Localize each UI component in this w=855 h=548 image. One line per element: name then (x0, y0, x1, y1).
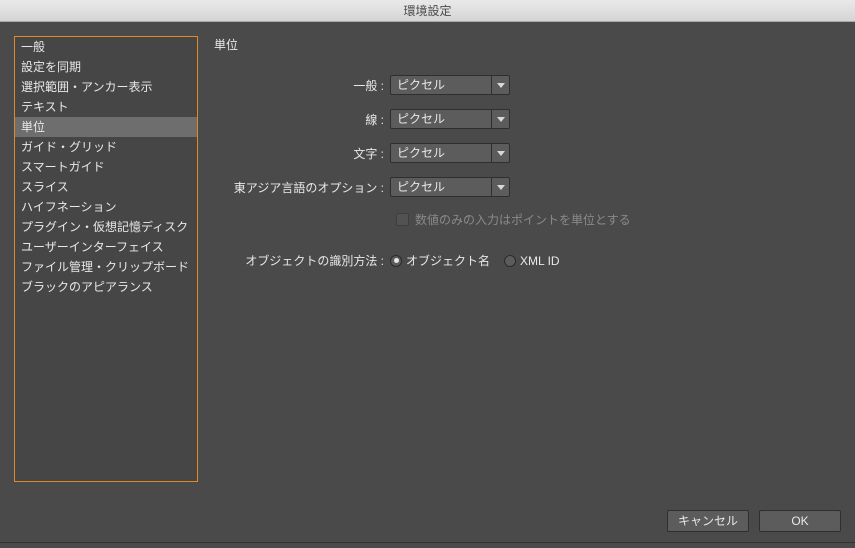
label-stroke-units: 線 : (214, 111, 390, 128)
radio-icon (390, 255, 402, 267)
chevron-down-icon (491, 178, 509, 196)
select-value: ピクセル (391, 144, 491, 162)
window-title: 環境設定 (403, 4, 451, 18)
select-type-units[interactable]: ピクセル (390, 143, 510, 163)
preferences-sidebar: 一般 設定を同期 選択範囲・アンカー表示 テキスト 単位 ガイド・グリッド スマ… (14, 36, 198, 482)
radio-option-xml-id[interactable]: XML ID (504, 254, 560, 268)
chevron-down-icon (491, 110, 509, 128)
select-east-asian-units[interactable]: ピクセル (390, 177, 510, 197)
sidebar-item-smart-guides[interactable]: スマートガイド (15, 157, 197, 177)
sidebar-item-type[interactable]: テキスト (15, 97, 197, 117)
chevron-down-icon (491, 144, 509, 162)
label-type-units: 文字 : (214, 145, 390, 162)
sidebar-item-ui[interactable]: ユーザーインターフェイス (15, 237, 197, 257)
sidebar-item-selection-anchor[interactable]: 選択範囲・アンカー表示 (15, 77, 197, 97)
section-title: 単位 (214, 36, 841, 53)
checkbox-numbers-as-points (396, 213, 409, 226)
sidebar-item-units[interactable]: 単位 (15, 117, 197, 137)
select-stroke-units[interactable]: ピクセル (390, 109, 510, 129)
window-titlebar: 環境設定 (0, 0, 855, 22)
ok-button[interactable]: OK (759, 510, 841, 532)
label-general-units: 一般 : (214, 77, 390, 94)
sidebar-item-guides-grid[interactable]: ガイド・グリッド (15, 137, 197, 157)
radio-label: XML ID (520, 254, 560, 268)
select-general-units[interactable]: ピクセル (390, 75, 510, 95)
radio-option-object-name[interactable]: オブジェクト名 (390, 252, 490, 269)
select-value: ピクセル (391, 110, 491, 128)
sidebar-item-hyphenation[interactable]: ハイフネーション (15, 197, 197, 217)
sidebar-item-plugins-scratch[interactable]: プラグイン・仮想記憶ディスク (15, 217, 197, 237)
sidebar-item-file-clipboard[interactable]: ファイル管理・クリップボード (15, 257, 197, 277)
radio-label: オブジェクト名 (406, 252, 490, 269)
sidebar-item-sync-settings[interactable]: 設定を同期 (15, 57, 197, 77)
checkbox-label: 数値のみの入力はポイントを単位とする (415, 211, 631, 228)
sidebar-item-black-appearance[interactable]: ブラックのアピアランス (15, 277, 197, 297)
cancel-button[interactable]: キャンセル (667, 510, 749, 532)
select-value: ピクセル (391, 76, 491, 94)
sidebar-item-general[interactable]: 一般 (15, 37, 197, 57)
sidebar-item-slices[interactable]: スライス (15, 177, 197, 197)
preferences-panel-units: 単位 一般 : ピクセル 線 : ピクセル (214, 36, 841, 482)
chevron-down-icon (491, 76, 509, 94)
radio-icon (504, 255, 516, 267)
divider (0, 542, 855, 543)
select-value: ピクセル (391, 178, 491, 196)
label-east-asian-units: 東アジア言語のオプション : (214, 179, 390, 196)
label-object-identify: オブジェクトの識別方法 : (214, 252, 390, 269)
